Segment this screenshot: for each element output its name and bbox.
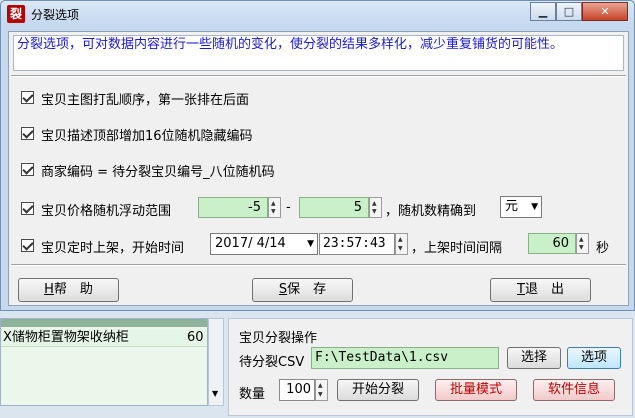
chevron-down-icon[interactable]: ▼ <box>531 197 538 217</box>
help-shortcut: H <box>44 282 54 297</box>
start-time-stepper[interactable]: ▲ ▼ <box>395 233 408 255</box>
price-min-input[interactable]: -5 <box>198 197 268 218</box>
csv-label: 待分裂CSV <box>239 355 305 370</box>
split-operation-panel: 宝贝分裂操作 待分裂CSV F:\TestData\1.csv 选择 选项 数量… <box>228 318 633 416</box>
minimize-icon[interactable]: ▁ <box>530 2 556 21</box>
choose-button[interactable]: 选择 <box>507 347 561 369</box>
interval-stepper[interactable]: ▲ ▼ <box>576 233 589 254</box>
start-split-button[interactable]: 开始分裂 <box>337 379 419 401</box>
quantity-stepper[interactable]: ▲ ▼ <box>315 379 328 401</box>
save-shortcut: S <box>278 282 288 297</box>
start-time-input[interactable]: 23:57:43 <box>319 233 395 255</box>
option-random-hidden-code[interactable]: 宝贝描述顶部增加16位随机隐藏编码 <box>21 125 421 144</box>
checkbox-merchant-code[interactable] <box>21 163 34 176</box>
interval-label: ，上架时间间隔 <box>411 241 503 256</box>
split-options-dialog: 裂 分裂选项 ▁ □ ✕ 分裂选项，可对数据内容进行一些随机的变化，使分裂的结果… <box>0 0 635 311</box>
divider <box>11 264 626 266</box>
window-title: 分裂选项 <box>31 8 80 22</box>
option-label: 商家编码 = 待分裂宝贝编号_八位随机码 <box>41 165 275 180</box>
checkbox-price-float[interactable] <box>21 202 34 215</box>
help-button[interactable]: H帮 助 <box>18 278 119 302</box>
option-shuffle-images[interactable]: 宝贝主图打乱顺序，第一张排在后面 <box>21 89 421 108</box>
interval-input[interactable]: 60 <box>528 233 576 254</box>
quantity-input[interactable]: 100 <box>279 379 315 401</box>
chevron-down-icon[interactable]: ▼ <box>307 234 314 254</box>
option-merchant-code[interactable]: 商家编码 = 待分裂宝贝编号_八位随机码 <box>21 161 421 180</box>
batch-mode-button[interactable]: 批量模式 <box>435 379 517 401</box>
price-max-stepper[interactable]: ▲ ▼ <box>369 197 382 218</box>
panel-title: 宝贝分裂操作 <box>239 331 318 346</box>
scheduled-listing-label: 宝贝定时上架，开始时间 <box>41 241 185 256</box>
precision-select[interactable]: 元 ▼ <box>500 196 542 218</box>
price-float-label: 宝贝价格随机浮动范围 <box>41 204 172 219</box>
checkbox-scheduled-listing[interactable] <box>21 239 34 252</box>
precision-label: ，随机数精确到 <box>385 204 477 219</box>
close-icon[interactable]: ✕ <box>582 2 628 21</box>
info-text: 分裂选项，可对数据内容进行一些随机的变化，使分裂的结果多样化，减少重复铺货的可能… <box>13 35 624 71</box>
price-range-dash: - <box>286 200 291 215</box>
options-button[interactable]: 选项 <box>567 347 621 369</box>
price-max-input[interactable]: 5 <box>299 197 369 218</box>
exit-shortcut: T <box>517 282 525 297</box>
save-label: 保 存 <box>287 282 327 297</box>
option-label: 宝贝描述顶部增加16位随机隐藏编码 <box>41 129 253 144</box>
quantity-label: 数量 <box>239 387 266 402</box>
checkbox-random-hidden-code[interactable] <box>21 127 34 140</box>
price-min-stepper[interactable]: ▲ ▼ <box>268 197 281 218</box>
csv-path-field[interactable]: F:\TestData\1.csv <box>311 347 499 369</box>
list-item-title: X储物柜置物架收纳柜 <box>3 330 129 345</box>
table-row[interactable]: X储物柜置物架收纳柜 60 <box>1 329 207 347</box>
start-date-value: 2017/ 4/14 <box>215 236 286 251</box>
app-logo-icon: 裂 <box>7 5 25 23</box>
start-date-picker[interactable]: 2017/ 4/14 ▼ <box>210 233 318 255</box>
checkbox-shuffle-images[interactable] <box>21 91 34 104</box>
product-list-header-strip <box>1 319 207 327</box>
dialog-client-area: 分裂选项，可对数据内容进行一些随机的变化，使分裂的结果多样化，减少重复铺货的可能… <box>8 31 629 306</box>
interval-unit: 秒 <box>596 241 610 256</box>
software-info-button[interactable]: 软件信息 <box>533 379 615 401</box>
exit-button[interactable]: T退 出 <box>490 278 591 302</box>
precision-value: 元 <box>505 199 519 214</box>
divider <box>11 75 626 77</box>
option-label: 宝贝主图打乱顺序，第一张排在后面 <box>41 93 250 108</box>
help-label: 帮 助 <box>53 282 93 297</box>
scroll-down-icon[interactable]: ▼ <box>212 389 218 398</box>
product-list[interactable]: X储物柜置物架收纳柜 60 <box>0 318 208 406</box>
save-button[interactable]: S保 存 <box>252 278 353 302</box>
list-item-value: 60 <box>187 330 204 345</box>
product-list-scrollbar[interactable]: ▼ <box>208 318 224 406</box>
title-bar[interactable]: 裂 分裂选项 ▁ □ ✕ <box>1 1 634 27</box>
exit-label: 退 出 <box>524 282 564 297</box>
maximize-icon[interactable]: □ <box>556 2 582 21</box>
